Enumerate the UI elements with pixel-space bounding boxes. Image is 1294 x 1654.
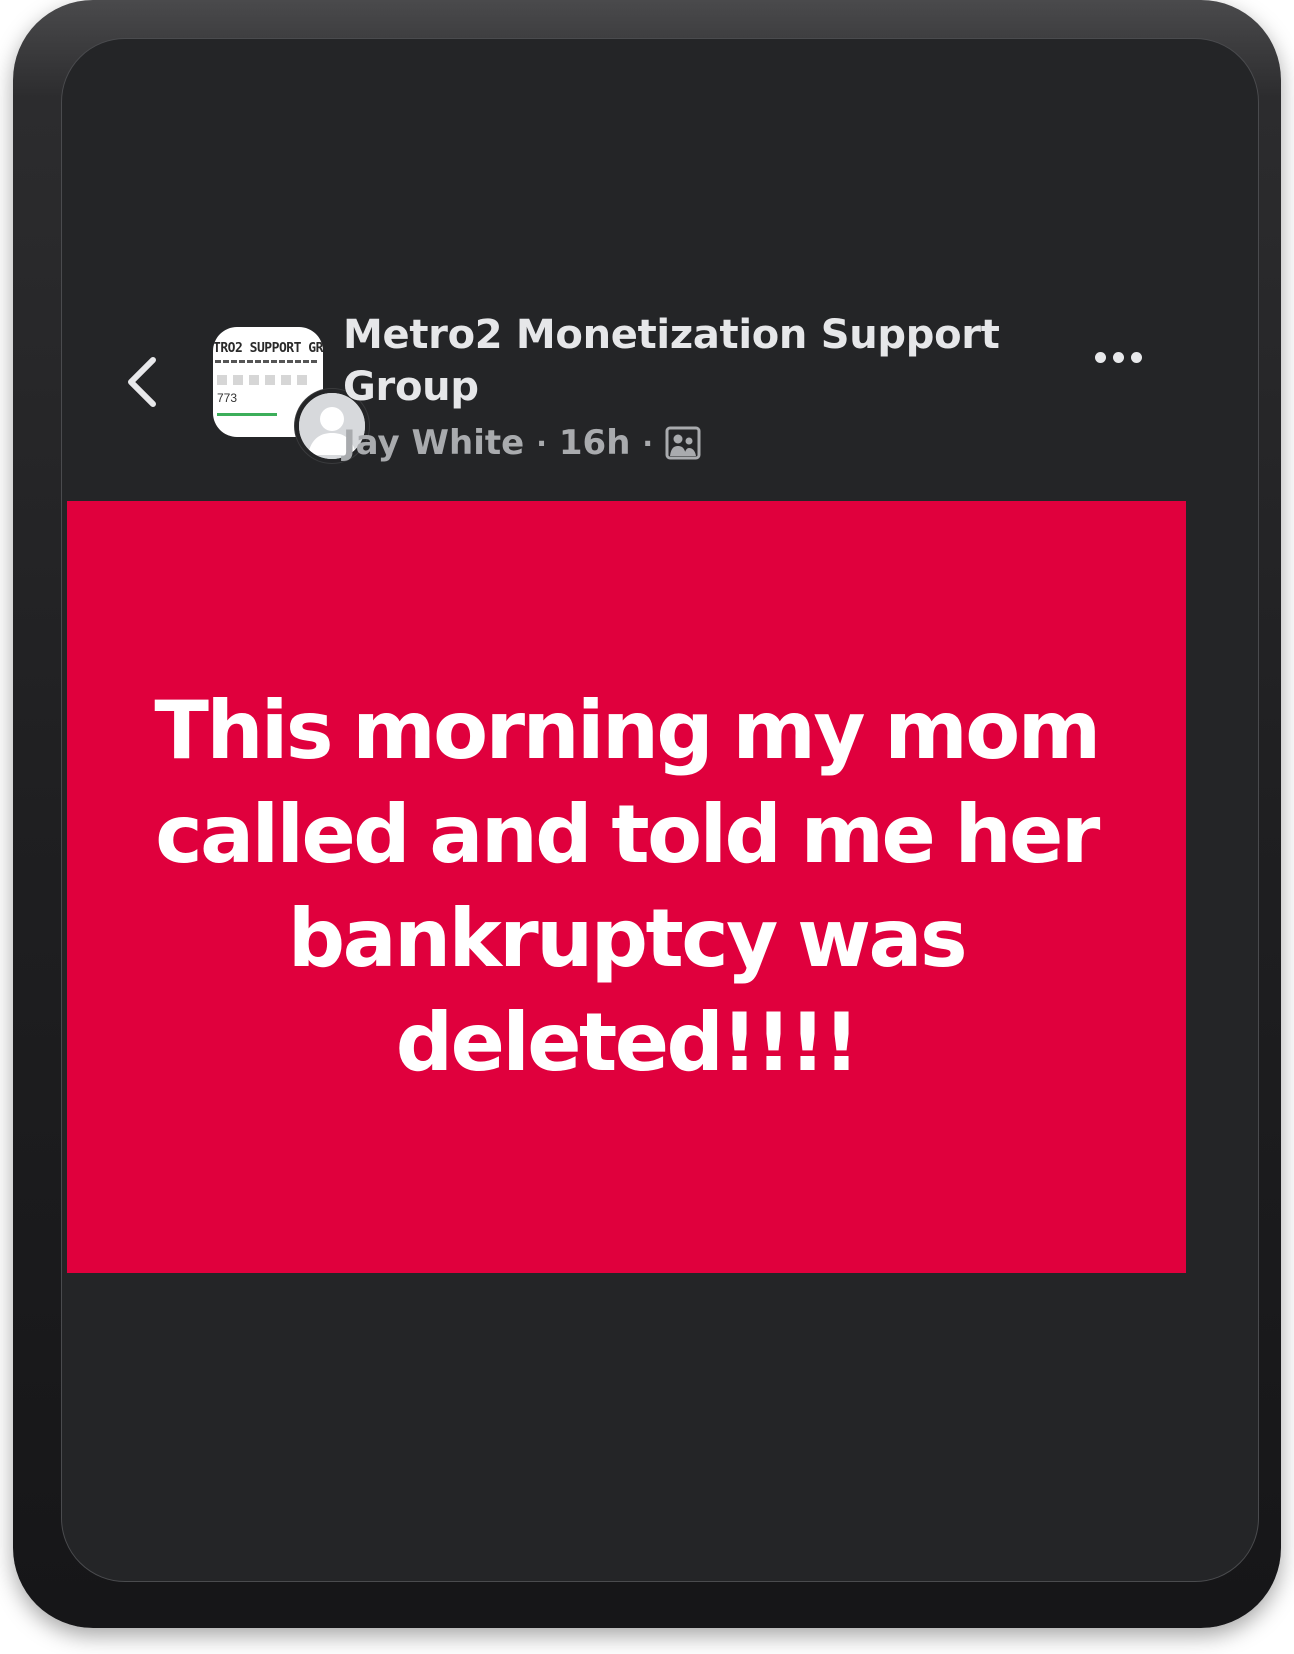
more-dot xyxy=(1130,351,1142,363)
more-options-button[interactable] xyxy=(1086,335,1150,379)
group-name-link[interactable]: Metro2 Monetization Support Group xyxy=(343,309,1063,413)
post-meta: Jay White · 16h · xyxy=(343,421,701,465)
post-body-text: This morning my mom called and told me h… xyxy=(154,684,1101,1089)
device-frame: TRO2 SUPPORT GROU 773 Metro2 Monetizatio… xyxy=(13,0,1281,1628)
group-members-icon xyxy=(665,426,701,460)
meta-separator: · xyxy=(536,426,547,460)
group-avatar-detail-lines xyxy=(217,375,307,385)
group-avatar-subtitle-line xyxy=(215,360,319,363)
group-avatar-score: 773 xyxy=(217,391,238,405)
more-horizontal-icon xyxy=(1094,351,1106,363)
more-dot xyxy=(1112,351,1124,363)
post-view-screen: TRO2 SUPPORT GROU 773 Metro2 Monetizatio… xyxy=(61,38,1259,1582)
meta-separator: · xyxy=(642,426,654,460)
author-name-link[interactable]: Jay White xyxy=(343,423,524,463)
group-avatar-gauge xyxy=(217,413,277,416)
chevron-left-icon xyxy=(128,357,156,407)
back-button[interactable] xyxy=(120,354,164,410)
group-avatar-banner: TRO2 SUPPORT GROU xyxy=(213,341,323,356)
post-text-card: This morning my mom called and told me h… xyxy=(67,501,1186,1273)
post-timestamp[interactable]: 16h xyxy=(559,423,631,463)
